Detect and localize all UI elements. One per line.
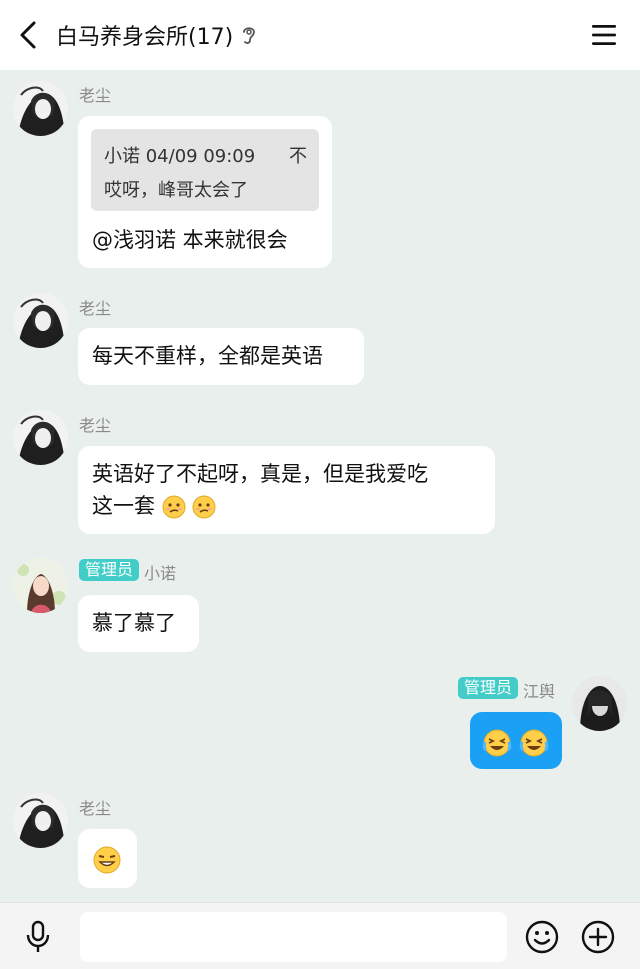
message-input[interactable] (80, 912, 507, 962)
sender-name: 老尘 (79, 86, 112, 105)
message-bubble[interactable] (78, 829, 137, 888)
avatar[interactable] (13, 81, 68, 136)
grinning-squint-face-icon (93, 846, 121, 874)
sender-name: 老尘 (79, 799, 112, 818)
sender-name: 老尘 (79, 416, 112, 435)
more-button[interactable] (580, 919, 616, 955)
voice-button[interactable] (22, 919, 54, 955)
back-button[interactable] (14, 20, 42, 50)
message-bubble[interactable]: 每天不重样，全都是英语 (78, 328, 364, 385)
chat-header: 白马养身会所(17) (0, 0, 640, 70)
quote-author-time: 小诺 04/09 09:09 (104, 146, 256, 167)
laughing-tears-face-icon (519, 729, 548, 757)
message-list[interactable]: 老尘 小诺 04/09 09:09 不 哎呀，峰哥太会了 @浅羽诺 本来就很会 … (0, 70, 640, 902)
message-text-line2: 这一套 (92, 494, 155, 518)
thinking-face-icon (162, 495, 186, 519)
message-bubble[interactable]: 慕了慕了 (78, 595, 199, 652)
group-title-text: 白马养身会所(17) (56, 25, 234, 50)
quote-text: 哎呀，峰哥太会了 (104, 180, 248, 201)
self-message-bubble[interactable] (470, 712, 562, 769)
message-bubble[interactable]: 小诺 04/09 09:09 不 哎呀，峰哥太会了 @浅羽诺 本来就很会 (78, 116, 332, 268)
quote-marker: 不 (289, 146, 307, 167)
quoted-message[interactable]: 小诺 04/09 09:09 不 哎呀，峰哥太会了 (91, 129, 319, 211)
admin-badge: 管理员 (79, 559, 140, 581)
avatar[interactable] (13, 410, 68, 465)
smiley-icon (525, 920, 559, 954)
message-bubble[interactable]: 英语好了不起呀，真是，但是我爱吃 这一套 (78, 446, 495, 534)
message-text: 每天不重样，全都是英语 (92, 344, 323, 368)
sender-name: 江舆 (523, 682, 556, 701)
admin-badge: 管理员 (458, 677, 519, 699)
earpiece-icon (241, 24, 257, 46)
message-text-line1: 英语好了不起呀，真是，但是我爱吃 (92, 462, 428, 486)
plus-circle-icon (581, 920, 615, 954)
input-bar (0, 902, 640, 969)
message-text: 慕了慕了 (92, 611, 176, 635)
avatar[interactable] (13, 293, 68, 348)
microphone-icon (26, 920, 50, 952)
sender-name: 小诺 (144, 564, 177, 583)
avatar[interactable] (572, 676, 627, 731)
message-text: @浅羽诺 本来就很会 (92, 228, 288, 252)
laughing-tears-face-icon (482, 729, 512, 757)
chevron-left-icon (20, 21, 36, 49)
menu-button[interactable] (590, 21, 618, 49)
sender-name: 老尘 (79, 299, 112, 318)
group-title[interactable]: 白马养身会所(17) (56, 0, 257, 70)
avatar[interactable] (13, 793, 68, 848)
emoji-button[interactable] (524, 919, 560, 955)
hamburger-menu-icon (592, 25, 616, 45)
avatar[interactable] (13, 558, 68, 613)
thinking-face-icon (192, 495, 216, 519)
